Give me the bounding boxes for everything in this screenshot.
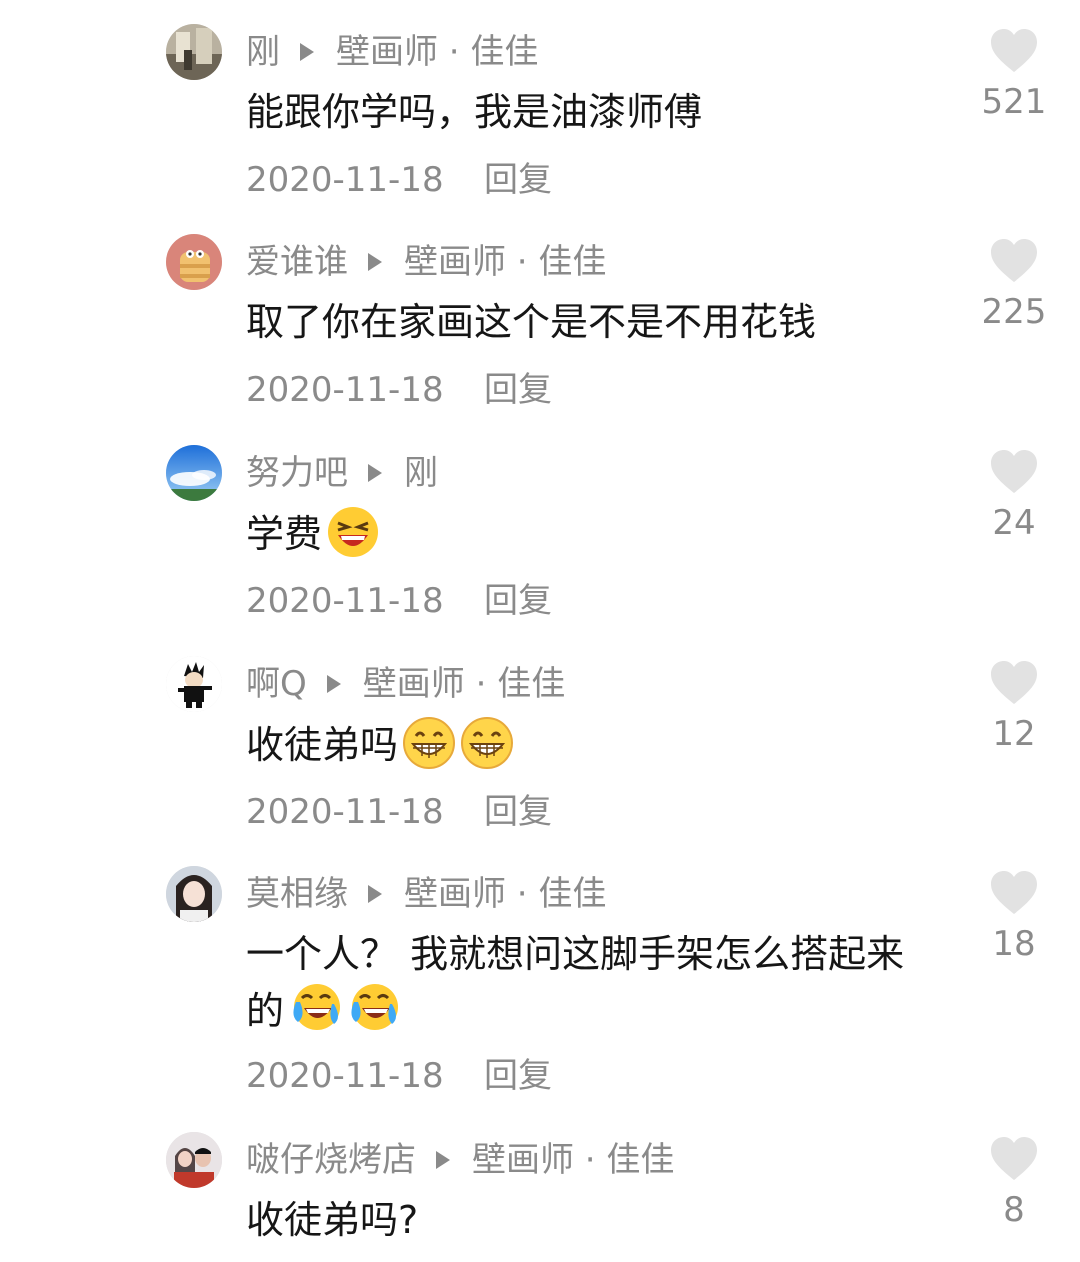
comment-body: 一个人？ 我就想问这脚手架怎么搭起来的: [246, 932, 905, 1033]
comment-date: 2020-11-18: [246, 792, 444, 832]
comment-text: 取了你在家画这个是不是不用花钱: [246, 294, 936, 350]
reply-target[interactable]: 刚: [404, 449, 438, 497]
laughing-emoji: [326, 505, 380, 559]
like-button[interactable]: 24: [974, 449, 1054, 547]
username[interactable]: 啊Q: [246, 660, 307, 708]
heart-icon[interactable]: [989, 28, 1039, 74]
tears-of-joy-emoji: [288, 982, 342, 1036]
couple-avatar[interactable]: [166, 1132, 222, 1188]
reply-arrow-icon: [368, 885, 382, 903]
portrait-avatar[interactable]: [166, 866, 222, 922]
reply-button[interactable]: 回复: [484, 1056, 552, 1096]
comment-date: 2020-11-18: [246, 581, 444, 621]
reply-arrow-icon: [326, 675, 341, 693]
like-button[interactable]: 12: [974, 660, 1054, 758]
comment-footer: 2020-11-18 回复: [246, 1052, 552, 1100]
like-button[interactable]: 18: [974, 870, 1054, 968]
like-count: 8: [1003, 1190, 1025, 1230]
like-button[interactable]: 8: [974, 1136, 1054, 1234]
like-button[interactable]: 521: [974, 28, 1054, 126]
grin-emoji: [402, 716, 456, 770]
comment-text: 学费: [246, 505, 936, 562]
comment-date: 2020-11-18: [246, 160, 444, 200]
reply-target[interactable]: 壁画师 · 佳佳: [363, 660, 565, 708]
character-avatar[interactable]: [166, 656, 222, 712]
comment-meta: 努力吧 刚: [246, 449, 438, 497]
sky-avatar[interactable]: [166, 445, 222, 501]
like-count: 18: [992, 924, 1036, 964]
comment-meta: 爱谁谁 壁画师 · 佳佳: [246, 238, 606, 286]
tears-of-joy-emoji: [346, 982, 400, 1036]
cartoon-avatar[interactable]: [166, 234, 222, 290]
username[interactable]: 啵仔烧烤店: [246, 1136, 416, 1184]
heart-icon[interactable]: [989, 1136, 1039, 1182]
reply-target[interactable]: 壁画师 · 佳佳: [336, 28, 538, 76]
username[interactable]: 爱谁谁: [246, 238, 348, 286]
reply-button[interactable]: 回复: [484, 792, 552, 832]
reply-arrow-icon: [300, 43, 314, 61]
comment-body: 收徒弟吗: [246, 723, 399, 767]
reply-button[interactable]: 回复: [484, 581, 552, 621]
comment-footer: 2020-11-18 回复: [246, 366, 552, 414]
reply-arrow-icon: [368, 253, 382, 271]
heart-icon[interactable]: [989, 870, 1039, 916]
reply-target[interactable]: 壁画师 · 佳佳: [404, 238, 606, 286]
reply-arrow-icon: [368, 464, 382, 482]
grin-emoji: [460, 716, 514, 770]
comment-meta: 啊Q 壁画师 · 佳佳: [246, 660, 565, 708]
heart-icon[interactable]: [989, 660, 1039, 706]
comment-body: 能跟你学吗，我是油漆师傅: [246, 90, 703, 134]
comment-date: 2020-11-18: [246, 1056, 444, 1096]
heart-icon[interactable]: [989, 449, 1039, 495]
reply-arrow-icon: [436, 1151, 450, 1169]
comment-date: 2020-11-18: [246, 370, 444, 410]
comment-body: 收徒弟吗?: [246, 1198, 419, 1242]
reply-button[interactable]: 回复: [484, 370, 552, 410]
reply-target[interactable]: 壁画师 · 佳佳: [404, 870, 606, 918]
like-count: 12: [992, 714, 1036, 754]
comment-body: 取了你在家画这个是不是不用花钱: [246, 300, 817, 344]
comment-text: 一个人？ 我就想问这脚手架怎么搭起来的: [246, 926, 936, 1039]
reply-target[interactable]: 壁画师 · 佳佳: [472, 1136, 674, 1184]
photo-avatar[interactable]: [166, 24, 222, 80]
like-count: 521: [981, 82, 1047, 122]
username[interactable]: 刚: [246, 28, 280, 76]
username[interactable]: 努力吧: [246, 449, 348, 497]
like-count: 24: [992, 503, 1036, 543]
comment-text: 收徒弟吗: [246, 716, 936, 773]
comment-meta: 刚 壁画师 · 佳佳: [246, 28, 538, 76]
comment-footer: 2020-11-18 回复: [246, 788, 552, 836]
like-count: 225: [981, 292, 1047, 332]
comment-footer: 2020-11-18 回复: [246, 577, 552, 625]
comment-text: 收徒弟吗?: [246, 1192, 936, 1248]
username[interactable]: 莫相缘: [246, 870, 348, 918]
heart-icon[interactable]: [989, 238, 1039, 284]
like-button[interactable]: 225: [974, 238, 1054, 336]
comment-body: 学费: [246, 512, 323, 556]
comment-meta: 莫相缘 壁画师 · 佳佳: [246, 870, 606, 918]
comment-text: 能跟你学吗，我是油漆师傅: [246, 84, 936, 140]
comment-meta: 啵仔烧烤店 壁画师 · 佳佳: [246, 1136, 674, 1184]
reply-button[interactable]: 回复: [484, 160, 552, 200]
comment-footer: 2020-11-18 回复: [246, 156, 552, 204]
